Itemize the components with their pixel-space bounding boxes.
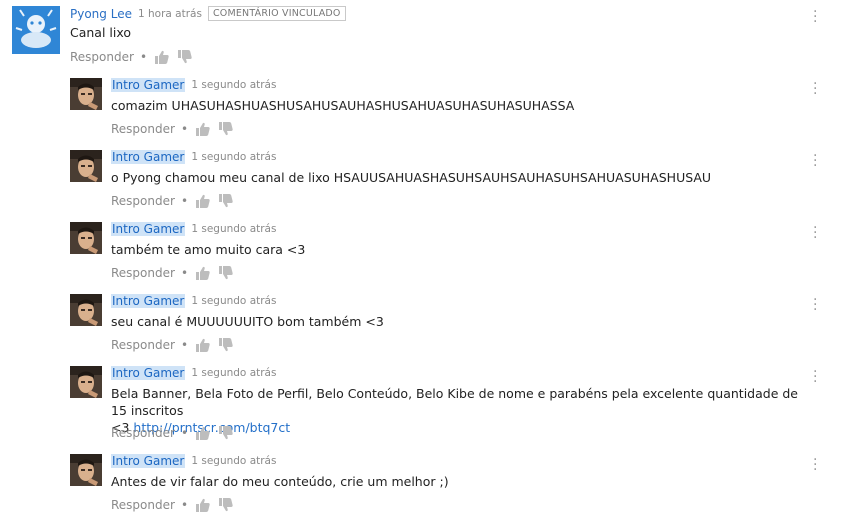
- reply-button[interactable]: Responder: [111, 498, 175, 512]
- thumbs-down-icon[interactable]: [178, 50, 192, 64]
- thumbs-up-icon[interactable]: [196, 426, 210, 440]
- reply-text: Antes de vir falar do meu conteúdo, crie…: [111, 474, 449, 489]
- comment-author[interactable]: Pyong Lee: [70, 7, 132, 21]
- user-avatar-icon: [70, 222, 102, 254]
- reply-time[interactable]: 1 segundo atrás: [191, 367, 276, 379]
- vertical-dots-icon[interactable]: · · ·: [813, 77, 817, 101]
- linked-comment-badge: COMENTÁRIO VINCULADO: [207, 6, 346, 21]
- thumbs-down-icon[interactable]: [219, 194, 233, 208]
- thumbs-down-icon[interactable]: [219, 266, 233, 280]
- vertical-dots-icon[interactable]: · · ·: [813, 5, 817, 29]
- reply-time[interactable]: 1 segundo atrás: [191, 455, 276, 467]
- thumbs-up-icon[interactable]: [196, 338, 210, 352]
- reply-author[interactable]: Intro Gamer: [111, 78, 186, 92]
- thumbs-up-icon[interactable]: [196, 498, 210, 512]
- separator-dot: •: [180, 122, 189, 136]
- reply-time[interactable]: 1 segundo atrás: [191, 295, 276, 307]
- reply-author[interactable]: Intro Gamer: [111, 150, 186, 164]
- channel-avatar-icon: [12, 6, 60, 54]
- reply-button[interactable]: Responder: [111, 194, 175, 208]
- reply-button[interactable]: Responder: [111, 426, 175, 440]
- reply-time[interactable]: 1 segundo atrás: [191, 79, 276, 91]
- thumbs-down-icon[interactable]: [219, 426, 233, 440]
- thumbs-down-icon[interactable]: [219, 338, 233, 352]
- thumbs-up-icon[interactable]: [196, 122, 210, 136]
- avatar[interactable]: [70, 294, 102, 326]
- reply-author[interactable]: Intro Gamer: [111, 294, 186, 308]
- user-avatar-icon: [70, 294, 102, 326]
- avatar[interactable]: [70, 222, 102, 254]
- reply-text: comazim UHASUHASHUASHUSAHUSAUHASHUSAHUAS…: [111, 98, 575, 113]
- avatar[interactable]: [70, 150, 102, 182]
- reply-author[interactable]: Intro Gamer: [111, 222, 186, 236]
- reply-text: o Pyong chamou meu canal de lixo HSAUUSA…: [111, 170, 712, 185]
- user-avatar-icon: [70, 150, 102, 182]
- reply-button[interactable]: Responder: [111, 266, 175, 280]
- reply-button[interactable]: Responder: [111, 338, 175, 352]
- separator-dot: •: [139, 50, 148, 64]
- avatar[interactable]: [70, 78, 102, 110]
- user-avatar-icon: [70, 454, 102, 486]
- reply-time[interactable]: 1 segundo atrás: [191, 151, 276, 163]
- separator-dot: •: [180, 338, 189, 352]
- reply-text: também te amo muito cara <3: [111, 242, 306, 257]
- vertical-dots-icon[interactable]: · · ·: [813, 293, 817, 317]
- thumbs-up-icon[interactable]: [155, 50, 169, 64]
- user-avatar-icon: [70, 78, 102, 110]
- reply-author[interactable]: Intro Gamer: [111, 366, 186, 380]
- vertical-dots-icon[interactable]: · · ·: [813, 221, 817, 245]
- thumbs-down-icon[interactable]: [219, 498, 233, 512]
- vertical-dots-icon[interactable]: · · ·: [813, 149, 817, 173]
- separator-dot: •: [180, 266, 189, 280]
- thumbs-up-icon[interactable]: [196, 194, 210, 208]
- reply-text: seu canal é MUUUUUUITO bom também <3: [111, 314, 384, 329]
- avatar[interactable]: [70, 366, 102, 398]
- reply-button[interactable]: Responder: [70, 50, 134, 64]
- reply-text-line: Bela Banner, Bela Foto de Perfil, Belo C…: [111, 386, 798, 418]
- comment-time[interactable]: 1 hora atrás: [138, 8, 202, 20]
- reply-button[interactable]: Responder: [111, 122, 175, 136]
- thumbs-down-icon[interactable]: [219, 122, 233, 136]
- vertical-dots-icon[interactable]: · · ·: [813, 453, 817, 477]
- vertical-dots-icon[interactable]: · · ·: [813, 365, 817, 389]
- reply-author[interactable]: Intro Gamer: [111, 454, 186, 468]
- comment-text: Canal lixo: [70, 25, 132, 40]
- separator-dot: •: [180, 498, 189, 512]
- avatar[interactable]: [70, 454, 102, 486]
- separator-dot: •: [180, 426, 189, 440]
- thumbs-up-icon[interactable]: [196, 266, 210, 280]
- reply-time[interactable]: 1 segundo atrás: [191, 223, 276, 235]
- user-avatar-icon: [70, 366, 102, 398]
- separator-dot: •: [180, 194, 189, 208]
- avatar[interactable]: [12, 6, 60, 54]
